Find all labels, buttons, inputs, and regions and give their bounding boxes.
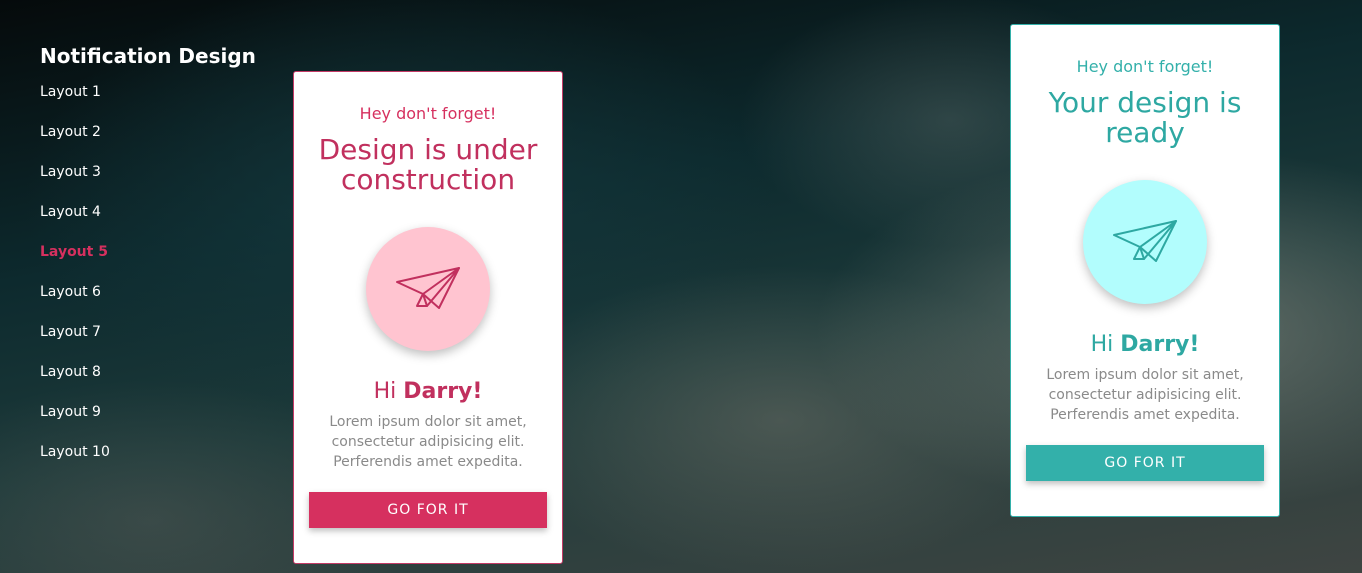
menu-item-layout-3[interactable]: Layout 3 [40,162,270,202]
icon-circle [1083,180,1207,304]
menu-item-layout-5[interactable]: Layout 5 [40,242,270,282]
card-headline: Your design is ready [1048,86,1242,149]
layout-menu: Layout 1 Layout 2 Layout 3 Layout 4 Layo… [40,82,270,482]
card-headline: Design is under construction [318,133,538,196]
card-kicker: Hey don't forget! [1076,57,1214,76]
card-greeting: Hi Darry! [294,379,562,404]
menu-item-layout-2[interactable]: Layout 2 [40,122,270,162]
paper-plane-icon [1113,220,1177,262]
sidebar-title: Notification Design [40,44,256,68]
notification-card-teal: Hey don't forget! Your design is ready H… [1010,24,1280,517]
card-kicker: Hey don't forget! [359,104,497,123]
greeting-prefix: Hi [1090,332,1114,357]
menu-item-layout-1[interactable]: Layout 1 [40,82,270,122]
sidebar: Notification Design Layout 1 Layout 2 La… [40,44,270,482]
menu-item-layout-10[interactable]: Layout 10 [40,442,270,482]
greeting-prefix: Hi [373,379,397,404]
paper-plane-icon [396,267,460,309]
menu-item-layout-6[interactable]: Layout 6 [40,282,270,322]
menu-item-layout-8[interactable]: Layout 8 [40,362,270,402]
notification-card-pink: Hey don't forget! Design is under constr… [293,71,563,564]
go-for-it-button[interactable]: GO FOR IT [309,492,547,528]
menu-item-layout-9[interactable]: Layout 9 [40,402,270,442]
card-body: Lorem ipsum dolor sit amet, consectetur … [1046,367,1244,423]
icon-circle [366,227,490,351]
card-greeting: Hi Darry! [1011,332,1279,357]
card-body: Lorem ipsum dolor sit amet, consectetur … [329,414,527,470]
menu-item-layout-7[interactable]: Layout 7 [40,322,270,362]
go-for-it-button[interactable]: GO FOR IT [1026,445,1264,481]
greeting-name: Darry! [403,379,483,404]
greeting-name: Darry! [1120,332,1200,357]
menu-item-layout-4[interactable]: Layout 4 [40,202,270,242]
